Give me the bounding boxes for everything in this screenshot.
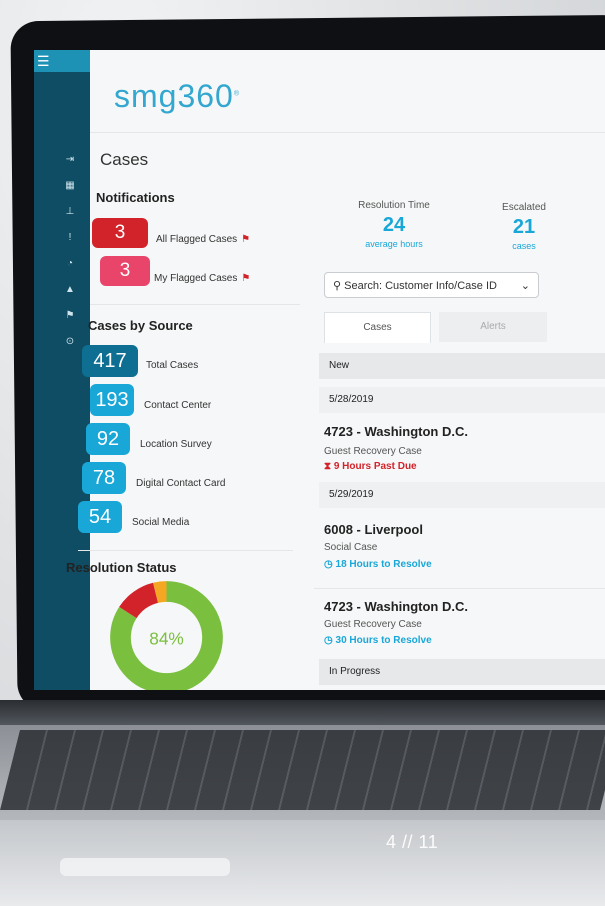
case-type: Social Case: [324, 542, 378, 553]
all-flagged-label[interactable]: All Flagged Cases ⚑: [156, 234, 250, 245]
source-count-digital-contact-card[interactable]: 78: [82, 462, 126, 494]
flag-icon[interactable]: ⚑: [64, 310, 76, 322]
case-title[interactable]: 4723 - Washington D.C.: [324, 424, 468, 439]
smg360-logo: smg360®: [114, 78, 241, 114]
flag-icon: ⚑: [241, 234, 251, 245]
resolution-percent: 84%: [149, 628, 184, 648]
page-title: Cases: [100, 150, 149, 169]
source-count-contact-center[interactable]: 193: [90, 384, 134, 416]
hierarchy-icon[interactable]: ⊥: [64, 206, 76, 218]
calendar-icon[interactable]: ▦: [64, 180, 76, 192]
resolution-time-unit: average hours: [365, 239, 423, 249]
date-header: 5/29/2019: [319, 482, 605, 508]
in-progress-section-header[interactable]: In Progress: [319, 659, 605, 685]
case-due: ◷ 30 Hours to Resolve: [324, 635, 432, 646]
flag-icon: ⚑: [241, 273, 251, 284]
resolution-time-label: Resolution Time: [358, 200, 430, 211]
escalated-label: Escalated: [502, 202, 546, 213]
search-icon: ⚲: [333, 280, 342, 292]
tab-alerts[interactable]: Alerts: [439, 312, 547, 342]
clock-icon: ◷: [324, 635, 333, 646]
hourglass-icon: ⧗: [324, 461, 332, 472]
my-flagged-label[interactable]: My Flagged Cases ⚑: [154, 273, 250, 284]
case-due: ◷ 18 Hours to Resolve: [324, 559, 432, 570]
chevron-down-icon: ⌄: [520, 280, 530, 292]
hamburger-menu-icon[interactable]: ☰: [37, 53, 50, 70]
source-label-digital-contact-card[interactable]: Digital Contact Card: [136, 478, 225, 489]
escalated-unit: cases: [512, 241, 536, 251]
all-flagged-count[interactable]: 3: [92, 218, 148, 248]
new-section-header[interactable]: New: [319, 353, 605, 379]
source-count-total[interactable]: 417: [82, 345, 138, 377]
slide-indicator: 4 // 11: [386, 832, 439, 852]
case-divider: [314, 588, 605, 589]
resolution-donut-chart: 84%: [110, 581, 223, 690]
resolution-time-value: 24: [382, 214, 406, 236]
laptop-screen: ☰ ⇥ ▦ ⊥ ! ◔ ▲ ⚑ ⊙ smg360® Cases Notifica…: [34, 50, 605, 690]
tab-cases[interactable]: Cases: [324, 312, 431, 343]
source-label-contact-center[interactable]: Contact Center: [144, 400, 211, 411]
resolution-status-heading: Resolution Status: [66, 560, 177, 575]
source-count-location-survey[interactable]: 92: [86, 423, 130, 455]
escalated-value: 21: [512, 216, 536, 238]
source-label-social-media[interactable]: Social Media: [132, 517, 189, 528]
case-type: Guest Recovery Case: [324, 619, 422, 630]
keyboard: [0, 730, 605, 810]
pie-chart-icon[interactable]: ◔: [64, 258, 76, 270]
sign-in-icon[interactable]: ⇥: [64, 154, 76, 166]
case-title[interactable]: 6008 - Liverpool: [324, 522, 423, 537]
sidebar-top: ☰: [34, 50, 90, 72]
case-type: Guest Recovery Case: [324, 446, 422, 457]
my-flagged-count[interactable]: 3: [100, 256, 150, 286]
header-divider: [90, 132, 605, 133]
date-header: 5/28/2019: [319, 387, 605, 413]
settings-icon[interactable]: ⊙: [64, 336, 76, 348]
source-label-location-survey[interactable]: Location Survey: [140, 439, 212, 450]
source-count-social-media[interactable]: 54: [78, 501, 122, 533]
source-label-total[interactable]: Total Cases: [146, 360, 198, 371]
section-divider: [90, 304, 300, 305]
section-divider: [78, 550, 293, 551]
notifications-heading: Notifications: [96, 190, 175, 205]
search-placeholder: Search: Customer Info/Case ID: [344, 280, 497, 292]
cases-by-source-heading: Cases by Source: [88, 318, 193, 333]
search-dropdown[interactable]: ⚲ Search: Customer Info/Case ID ⌄: [324, 272, 539, 298]
clock-icon: ◷: [324, 559, 333, 570]
case-title[interactable]: 4723 - Washington D.C.: [324, 599, 468, 614]
alert-icon[interactable]: !: [64, 232, 76, 244]
case-due: ⧗ 9 Hours Past Due: [324, 461, 417, 472]
laptop-edge-highlight: [60, 858, 230, 876]
warning-icon[interactable]: ▲: [64, 284, 76, 296]
